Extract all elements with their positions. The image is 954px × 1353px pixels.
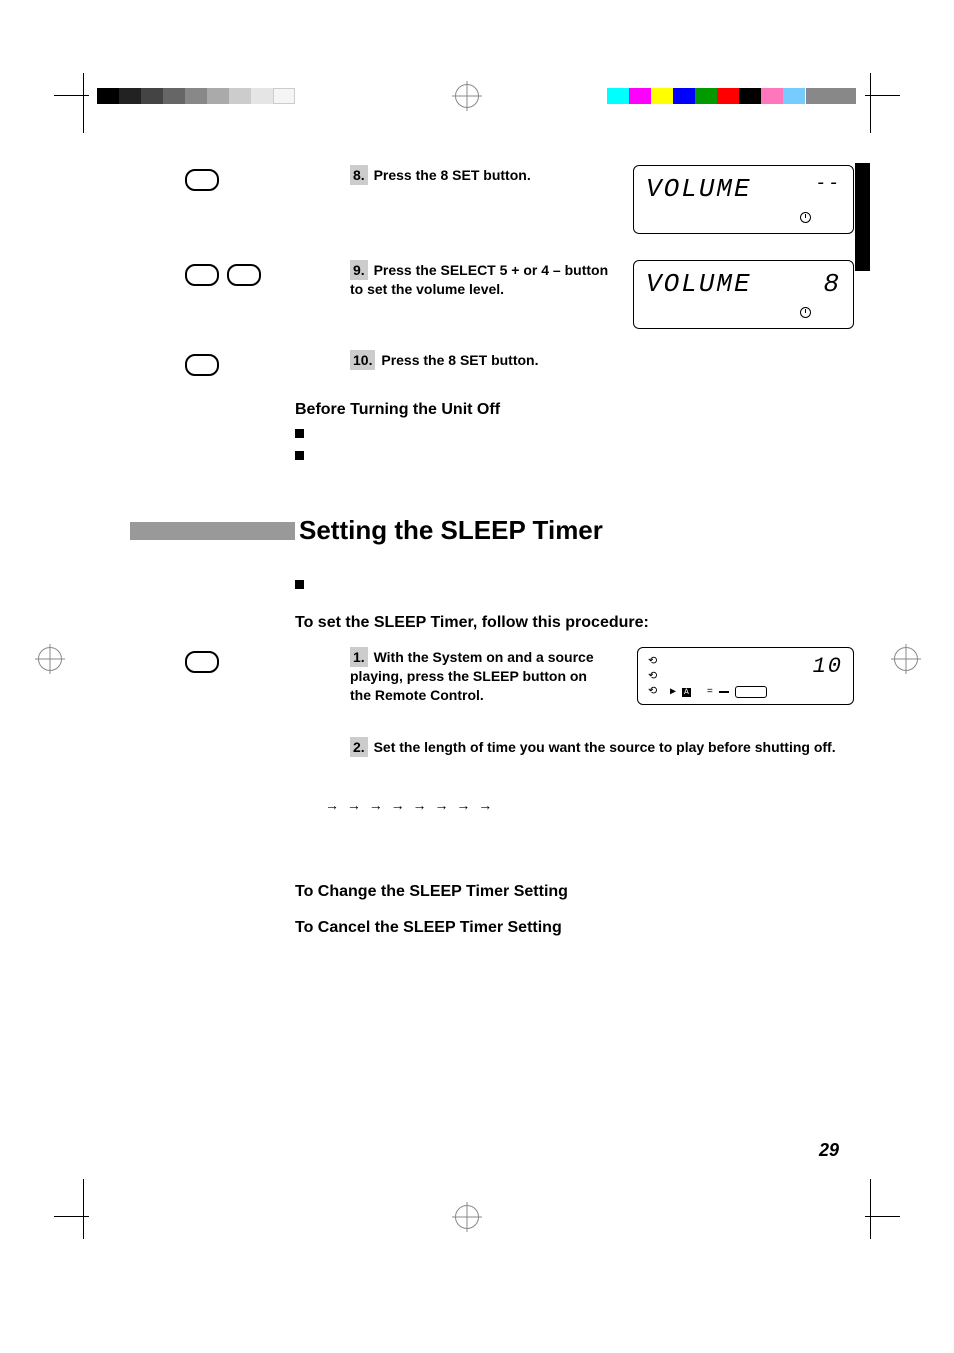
- set-button-icon: [185, 169, 219, 191]
- step-text: Press the 8 SET button.: [381, 352, 538, 368]
- arrow-sequence: → → → → → → → →: [325, 797, 854, 813]
- page-number: 29: [819, 1140, 839, 1161]
- crop-mark: [54, 95, 89, 96]
- registration-mark-icon: [455, 1205, 479, 1229]
- crop-mark: [83, 1179, 84, 1239]
- display-label: VOLUME: [646, 174, 752, 204]
- select-plus-button-icon: [227, 264, 261, 286]
- change-timer-heading: To Change the SLEEP Timer Setting: [295, 883, 568, 900]
- clock-icon: [800, 307, 811, 318]
- before-off-heading: Before Turning the Unit Off: [295, 401, 500, 418]
- bullet-icon: [295, 580, 304, 589]
- display-value: --: [815, 174, 841, 204]
- tape-a-icon: A: [682, 688, 691, 697]
- black-edge-tab: [855, 163, 870, 271]
- lcd-display: VOLUME --: [633, 165, 854, 234]
- equals-icon: =: [707, 687, 713, 698]
- step-10: 10. Press the 8 SET button.: [130, 350, 854, 376]
- display-label: VOLUME: [646, 269, 752, 299]
- section-title: Setting the SLEEP Timer: [299, 515, 603, 546]
- clock-icon: [800, 212, 811, 223]
- bar-icon: [719, 691, 729, 693]
- crop-mark: [865, 1216, 900, 1217]
- sleep-button-icon: [185, 651, 219, 673]
- lcd-display: ⟲ ⟲ ⟲ 10 ▶ A =: [637, 647, 854, 705]
- step-8: 8. Press the 8 SET button. VOLUME --: [130, 165, 854, 245]
- crop-mark: [870, 73, 871, 133]
- bullet-icon: [295, 451, 304, 460]
- cassette-icon: [735, 686, 767, 698]
- sleep-step-2: 2. Set the length of time you want the s…: [130, 737, 854, 757]
- set-button-icon: [185, 354, 219, 376]
- select-minus-button-icon: [185, 264, 219, 286]
- section-header: Setting the SLEEP Timer: [130, 515, 854, 546]
- step-number: 10.: [350, 350, 375, 370]
- play-icon: ▶: [670, 686, 676, 698]
- gray-block: [806, 88, 856, 104]
- step-number: 8.: [350, 165, 368, 185]
- step-text: Set the length of time you want the sour…: [374, 739, 836, 755]
- page-content: 8. Press the 8 SET button. VOLUME -- 9. …: [130, 165, 854, 937]
- bullet-icon: [295, 429, 304, 438]
- before-off-section: Before Turning the Unit Off: [295, 401, 854, 465]
- step-9: 9. Press the SELECT 5 + or 4 – button to…: [130, 260, 854, 340]
- step-text: Press the SELECT 5 + or 4 – button to se…: [350, 262, 608, 297]
- display-value: 10: [813, 654, 843, 679]
- sleep-intro: To set the SLEEP Timer, follow this proc…: [295, 614, 649, 631]
- display-value: 8: [823, 269, 841, 299]
- repeat-icon: ⟲: [648, 684, 657, 698]
- crop-mark: [54, 1216, 89, 1217]
- change-timer-section: To Change the SLEEP Timer Setting: [295, 883, 854, 901]
- step-number: 1.: [350, 647, 368, 667]
- step-number: 9.: [350, 260, 368, 280]
- registration-mark-icon: [38, 647, 62, 671]
- section-bar: [130, 522, 295, 540]
- lcd-display: VOLUME 8: [633, 260, 854, 329]
- registration-mark-icon: [894, 647, 918, 671]
- crop-mark: [865, 95, 900, 96]
- repeat-icon: ⟲: [648, 654, 657, 668]
- crop-mark: [83, 73, 84, 133]
- registration-mark-icon: [455, 84, 479, 108]
- cancel-timer-section: To Cancel the SLEEP Timer Setting: [295, 919, 854, 937]
- cancel-timer-heading: To Cancel the SLEEP Timer Setting: [295, 919, 562, 936]
- grayscale-calibration-bar: [97, 88, 295, 104]
- sleep-intro-block: To set the SLEEP Timer, follow this proc…: [295, 576, 854, 632]
- step-text: With the System on and a source playing,…: [350, 649, 594, 703]
- color-calibration-bar: [607, 88, 805, 104]
- repeat-icon: ⟲: [648, 669, 657, 683]
- step-number: 2.: [350, 737, 368, 757]
- crop-mark: [870, 1179, 871, 1239]
- sleep-step-1: 1. With the System on and a source playi…: [130, 647, 854, 712]
- step-text: Press the 8 SET button.: [374, 167, 531, 183]
